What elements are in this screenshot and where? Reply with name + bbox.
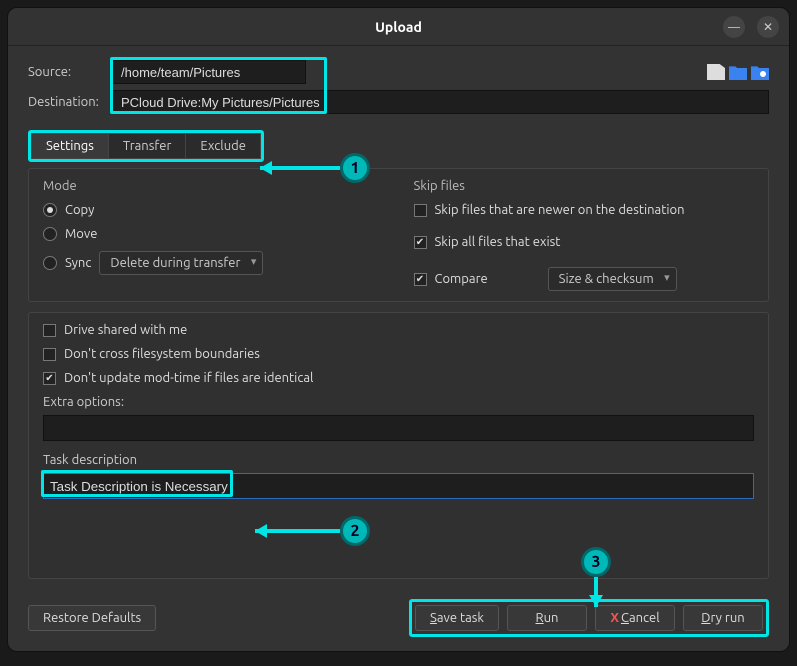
close-button[interactable]: ✕ (757, 16, 779, 38)
skip-title: Skip files (414, 179, 755, 193)
cancel-button[interactable]: XCancel (595, 605, 675, 631)
action-buttons-highlight: Save task Run XCancel Dry run (409, 599, 769, 637)
checkbox-icon (43, 324, 56, 337)
cancel-x-icon: X (610, 611, 619, 625)
tab-transfer[interactable]: Transfer (109, 133, 187, 159)
upload-dialog: Upload — ✕ Source: Destination: (7, 7, 790, 652)
skip-newer-row[interactable]: Skip files that are newer on the destina… (414, 203, 755, 217)
checkbox-icon (43, 348, 56, 361)
mode-sync-label: Sync (65, 256, 91, 270)
opt-modtime-label: Don't update mod-time if files are ident… (64, 371, 313, 385)
file-icon[interactable] (707, 64, 725, 80)
mode-skip-panel: Mode Copy Move Sync Delete during transf… (28, 168, 769, 302)
checkbox-icon (414, 273, 427, 286)
save-task-button[interactable]: Save task (415, 605, 499, 631)
minimize-button[interactable]: — (723, 16, 745, 38)
checkbox-icon (414, 236, 427, 249)
task-description-label: Task description (43, 453, 754, 467)
folder-home-icon[interactable] (751, 64, 769, 80)
extra-options-label: Extra options: (43, 395, 754, 409)
task-description-input[interactable] (43, 473, 754, 499)
destination-label: Destination: (28, 95, 106, 109)
mode-move-row[interactable]: Move (43, 227, 384, 241)
mode-copy-label: Copy (65, 203, 94, 217)
checkbox-icon (43, 372, 56, 385)
opt-nocross-row[interactable]: Don't cross filesystem boundaries (43, 347, 754, 361)
opt-nocross-label: Don't cross filesystem boundaries (64, 347, 260, 361)
opt-modtime-row[interactable]: Don't update mod-time if files are ident… (43, 371, 754, 385)
run-button[interactable]: Run (507, 605, 587, 631)
mode-move-label: Move (65, 227, 97, 241)
skip-exist-label: Skip all files that exist (435, 235, 561, 249)
compare-label: Compare (435, 272, 488, 286)
tab-bar: Settings Transfer Exclude (28, 130, 264, 162)
restore-defaults-button[interactable]: Restore Defaults (28, 605, 156, 631)
destination-input[interactable] (112, 90, 769, 114)
titlebar: Upload — ✕ (8, 8, 789, 46)
opt-shared-row[interactable]: Drive shared with me (43, 323, 754, 337)
skip-exist-row[interactable]: Skip all files that exist (414, 235, 755, 249)
compare-select[interactable]: Size & checksum (548, 267, 677, 291)
tab-settings[interactable]: Settings (31, 133, 109, 159)
mode-title: Mode (43, 179, 384, 193)
window-title: Upload (375, 19, 422, 35)
radio-icon (43, 203, 57, 217)
options-panel: Drive shared with me Don't cross filesys… (28, 312, 769, 579)
dry-run-button[interactable]: Dry run (683, 605, 763, 631)
extra-options-input[interactable] (43, 415, 754, 441)
sync-mode-select[interactable]: Delete during transfer (99, 251, 263, 275)
radio-icon (43, 227, 57, 241)
folder-open-icon[interactable] (729, 64, 747, 80)
skip-newer-label: Skip files that are newer on the destina… (435, 203, 685, 217)
compare-row[interactable]: Compare (414, 272, 488, 286)
source-label: Source: (28, 65, 106, 79)
tab-exclude[interactable]: Exclude (186, 133, 261, 159)
opt-shared-label: Drive shared with me (64, 323, 187, 337)
mode-sync-row[interactable]: Sync Delete during transfer (43, 251, 384, 275)
source-input[interactable] (112, 60, 306, 84)
checkbox-icon (414, 204, 427, 217)
radio-icon (43, 256, 57, 270)
dialog-footer: Restore Defaults Save task Run XCancel D… (8, 589, 789, 651)
mode-copy-row[interactable]: Copy (43, 203, 384, 217)
